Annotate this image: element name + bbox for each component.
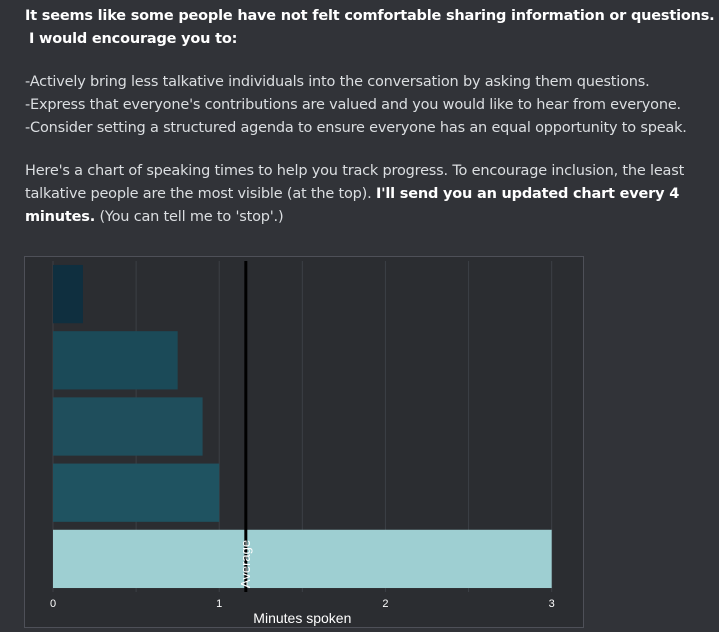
speaker-bar [53,397,203,456]
x-tick-label: 0 [50,598,56,610]
suggestion-list: -Actively bring less talkative individua… [25,71,715,140]
chat-window: It seems like some people have not felt … [0,0,719,632]
suggestion-item: -Actively bring less talkative individua… [25,74,650,90]
chart-explanation: Here's a chart of speaking times to help… [25,160,715,229]
x-tick-label: 2 [382,598,388,610]
average-label: Average [238,540,253,588]
speaker-bar [53,463,220,522]
speaker-bar [53,264,83,324]
speaker-bar [53,331,178,390]
x-tick-label: 1 [216,598,222,610]
suggestion-item: -Express that everyone's contributions a… [25,97,681,113]
chart-svg: Average 0 1 2 3 Minutes spoken [50,261,555,626]
suggestion-item: -Consider setting a structured agenda to… [25,120,687,136]
speaker-bar [53,529,552,589]
stop-hint: (You can tell me to 'stop'.) [95,209,284,225]
intro-line-2: I would encourage you to: [29,31,238,47]
x-axis-label: Minutes spoken [253,610,351,626]
x-tick-label: 3 [549,598,555,610]
message-intro: It seems like some people have not felt … [25,5,715,51]
bot-message: It seems like some people have not felt … [25,5,715,229]
intro-line-1: It seems like some people have not felt … [25,8,715,24]
speaking-time-chart: Average 0 1 2 3 Minutes spoken [24,256,584,628]
